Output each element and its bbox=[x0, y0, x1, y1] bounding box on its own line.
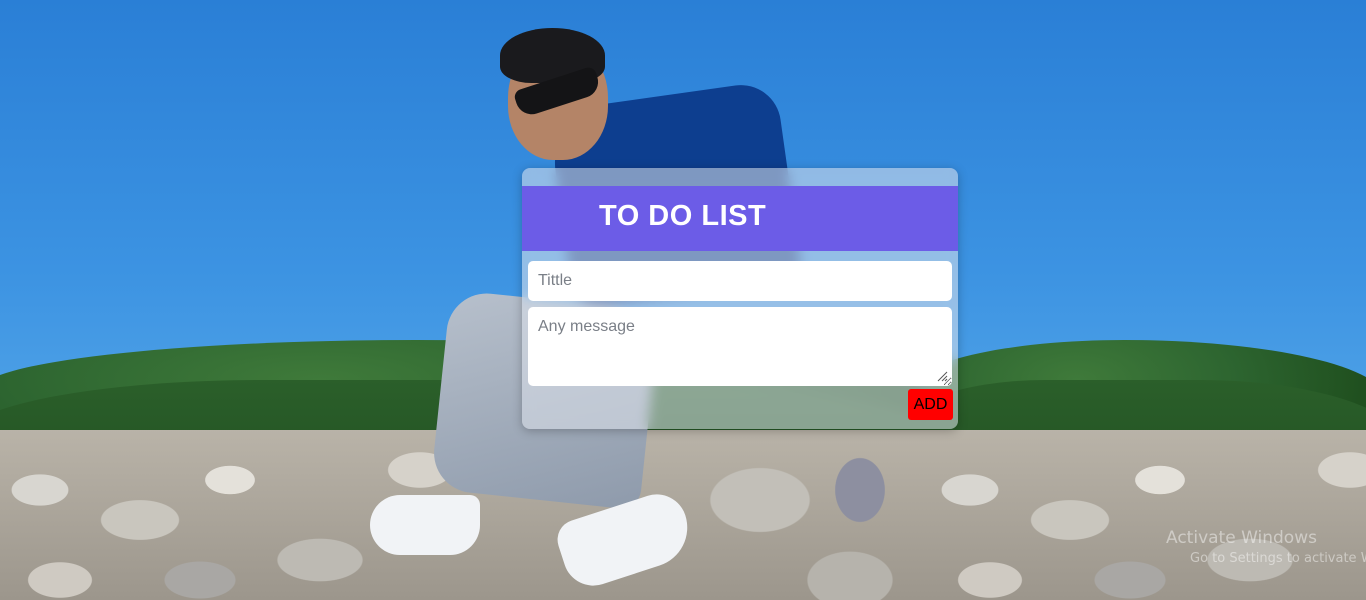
person-shoe bbox=[370, 495, 480, 555]
river-stones bbox=[930, 430, 1366, 600]
watermark-subtitle: Go to Settings to activate Windows. bbox=[1190, 551, 1366, 566]
card-header: TO DO LIST bbox=[522, 186, 958, 251]
page-title: TO DO LIST bbox=[599, 200, 767, 232]
title-input[interactable] bbox=[528, 261, 952, 301]
activate-windows-watermark: Activate Windows Go to Settings to activ… bbox=[1166, 528, 1366, 566]
add-button[interactable]: ADD bbox=[908, 389, 953, 420]
watermark-title: Activate Windows bbox=[1166, 528, 1317, 548]
background-photo-repeat bbox=[930, 0, 1366, 600]
message-textarea[interactable] bbox=[528, 307, 952, 386]
resize-grip-icon[interactable] bbox=[936, 370, 948, 382]
todo-card: TO DO LIST ADD bbox=[522, 168, 958, 429]
